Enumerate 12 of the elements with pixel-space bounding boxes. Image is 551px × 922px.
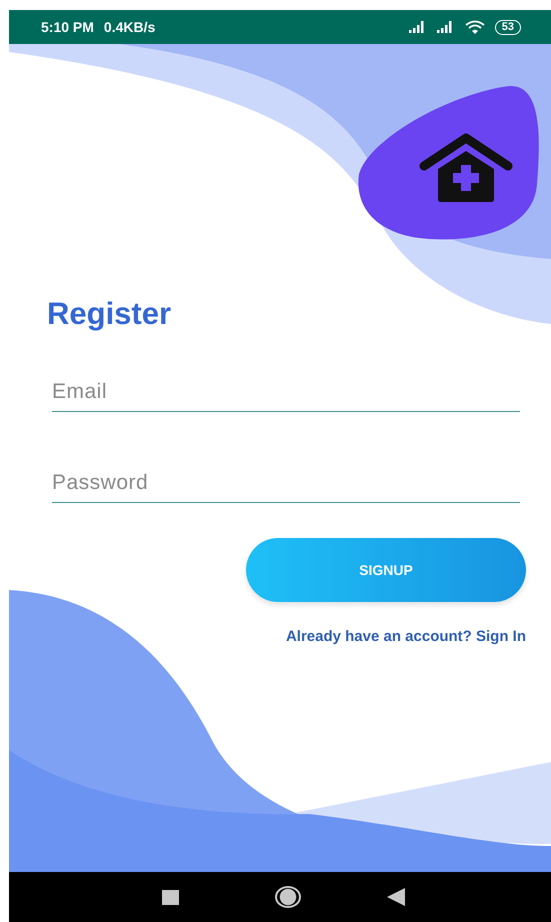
sign-in-link[interactable]: Already have an account? Sign In	[286, 627, 526, 647]
wifi-icon	[464, 20, 485, 34]
input-field[interactable]: Email	[52, 372, 520, 412]
input-field[interactable]: Password	[52, 463, 520, 503]
battery-indicator: 53	[494, 20, 521, 34]
network-speed: 0.4KB/s	[104, 19, 156, 35]
recent-apps-icon[interactable]	[162, 890, 179, 904]
house-with-cross-icon	[418, 133, 514, 203]
back-icon[interactable]	[387, 888, 405, 906]
register-heading: Register	[47, 295, 172, 333]
home-icon[interactable]	[275, 886, 301, 908]
status-time: 5:10 PM	[41, 19, 94, 35]
